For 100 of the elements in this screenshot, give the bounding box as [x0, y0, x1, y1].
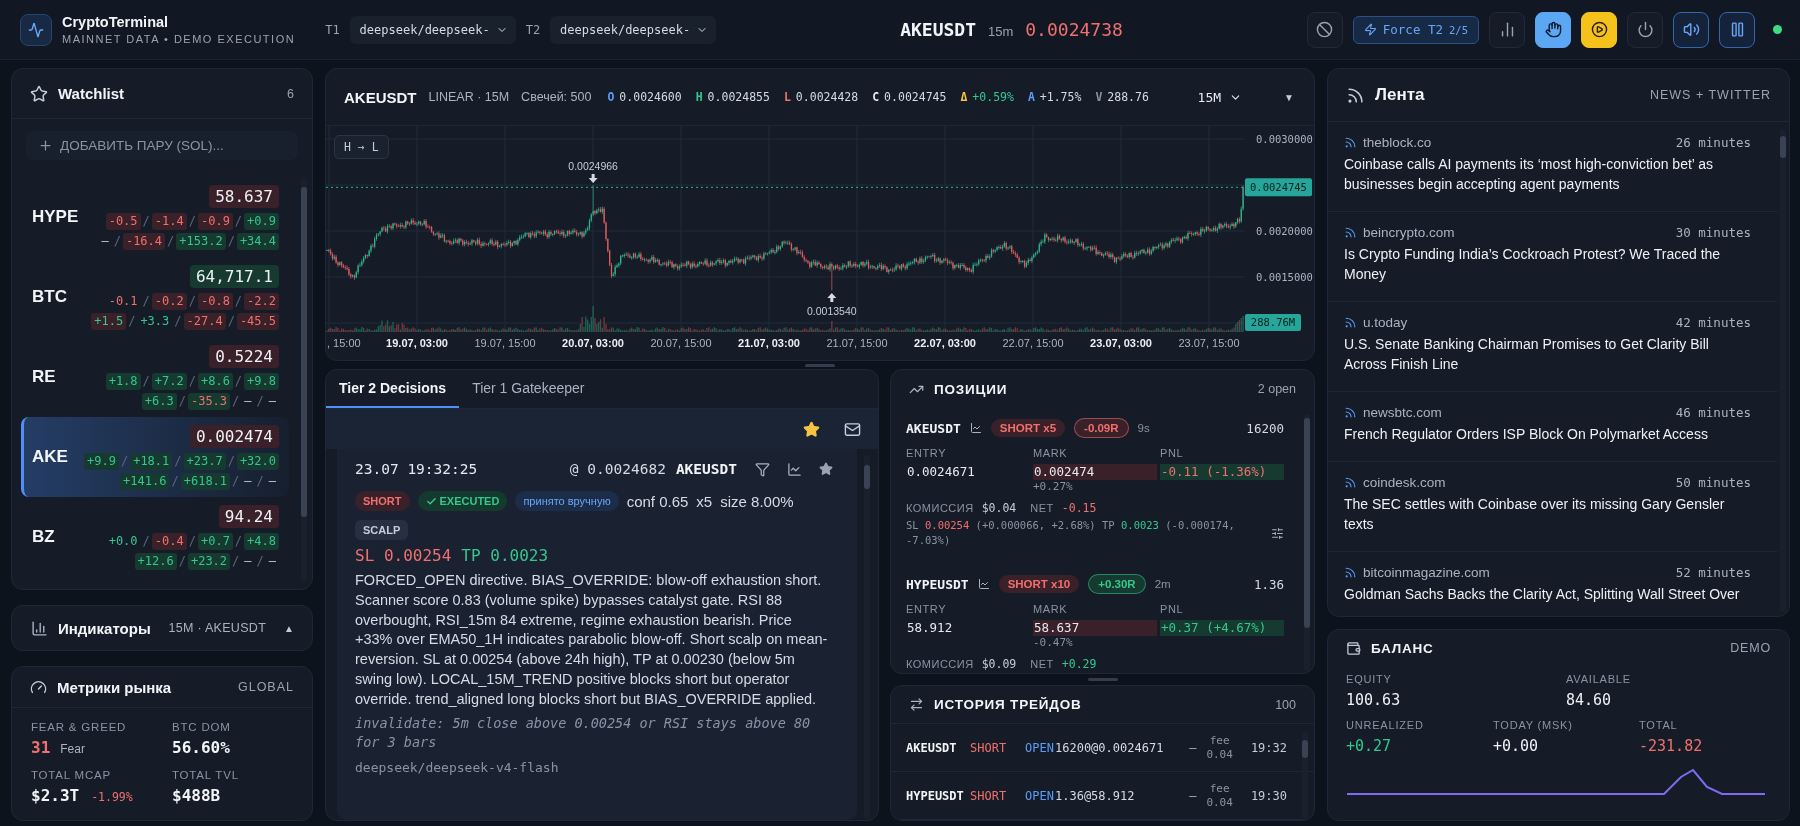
time-axis-label: 23.07, 15:00 [1178, 337, 1240, 349]
watchlist-item[interactable]: BTC 64,717.1 -0.1 / -0.2 / -0.8 / -2.2 +1.5 / +3.3 / -27.4 / -45.5 [21, 257, 289, 337]
tab[interactable]: Tier 1 Gatekeeper [459, 370, 598, 408]
power-icon [1636, 21, 1654, 38]
fee-label: fee [1209, 733, 1230, 748]
news-source: bitcoinmagazine.com [1363, 564, 1490, 580]
news-source: beincrypto.com [1363, 224, 1455, 240]
scrollbar[interactable] [1304, 414, 1310, 671]
chart-icon[interactable] [969, 422, 982, 434]
value-separator: / [234, 294, 243, 308]
play-icon [1590, 21, 1608, 38]
scrollbar-thumb[interactable] [1780, 136, 1786, 158]
change-value: +153.2 [176, 232, 226, 250]
model-select[interactable]: deepseek/deepseek- [550, 15, 717, 44]
chart-menu-toggle[interactable]: ▼ [1278, 87, 1300, 107]
sound-button[interactable] [1673, 11, 1709, 48]
metric-label: FEAR & GREED [31, 720, 128, 734]
trade-pnl: — [1189, 788, 1197, 803]
metric-label: TOTAL TVL [172, 768, 240, 782]
position-age: 2m [1154, 578, 1171, 590]
price-axis-label: 0.0020000 [1256, 224, 1313, 237]
watchlist-item[interactable]: BZ 94.24 +0.0 / -0.4 / +0.7 / +4.8 +12.6 / +23.2 / — / — [21, 497, 289, 577]
block-button[interactable] [1306, 11, 1343, 48]
star-icon[interactable] [803, 420, 820, 438]
collapse-toggle[interactable]: ▲ [284, 622, 294, 634]
time-axis-label: 20.07, 15:00 [650, 337, 712, 349]
r-multiple-badge: -0.09R [1074, 418, 1129, 438]
scrollbar-thumb[interactable] [1302, 740, 1308, 758]
change-value: +34.4 [236, 232, 279, 250]
range-button[interactable]: H → L [334, 135, 389, 159]
price-badge: 0.5224 [209, 344, 279, 368]
force-button[interactable]: Force T2 2/5 [1352, 15, 1479, 44]
stat-value: 0.0024600 [619, 90, 682, 104]
value-separator: / [174, 454, 182, 468]
stats-button[interactable] [1489, 11, 1525, 48]
source-badge: принято вручную [515, 491, 619, 511]
news-headline[interactable]: Coinbase calls AI payments its ‘most high-conviction bet’ as businesses begin accepting agent payments [1344, 154, 1751, 194]
manual-mode-button[interactable] [1535, 11, 1571, 48]
watchlist-item[interactable]: AKE 0.002474 +9.9 / +18.1 / +23.7 / +32.0 +141.6 / +618.1 / — / — [21, 417, 289, 497]
change-value: +23.7 [183, 452, 226, 470]
news-headline[interactable]: Is Crypto Funding India’s Cockroach Protest? We Traced the Money [1344, 244, 1751, 284]
trade-side: SHORT [970, 788, 1008, 803]
scrollbar-thumb[interactable] [301, 187, 307, 517]
mark-change: +0.27% [1033, 480, 1074, 494]
resize-handle[interactable] [805, 363, 835, 367]
model-select[interactable]: deepseek/deepseek- [349, 15, 516, 44]
news-headline[interactable]: Goldman Sachs Backs the Clarity Act, Splitting Wall Street Over [1344, 584, 1751, 604]
scrollbar[interactable] [864, 455, 870, 818]
pair-symbol: BZ [32, 527, 55, 547]
news-headline[interactable]: The SEC settles with Coinbase over its missing Gary Gensler texts [1344, 494, 1751, 534]
news-time: 50 minutes [1675, 474, 1751, 490]
hand-icon [1544, 21, 1562, 38]
value-separator: / [142, 294, 150, 308]
value-separator: / [256, 474, 264, 488]
trade-fill: 16200@0.0024671 [1055, 740, 1165, 755]
panel-title: Watchlist [58, 85, 125, 102]
news-source: u.today [1363, 314, 1408, 330]
pnl-value: -0.11 (-1.36%) [1160, 464, 1284, 480]
power-button[interactable] [1627, 11, 1663, 48]
news-source: coindesk.com [1363, 474, 1446, 490]
filter-icon[interactable] [755, 461, 770, 477]
scrollbar-thumb[interactable] [864, 465, 870, 489]
scrollbar[interactable] [1780, 130, 1786, 612]
mail-icon[interactable] [844, 420, 861, 438]
news-headline[interactable]: U.S. Senate Banking Chairman Promises to Get Clarity Bill Across Finish Line [1344, 334, 1751, 374]
pause-button[interactable] [1719, 11, 1755, 48]
watchlist-item[interactable]: HYPE 58.637 -0.5 / -1.4 / -0.9 / +0.9 — / -16.4 / +153.2 / +34.4 [21, 177, 289, 257]
position-age: 9s [1137, 422, 1150, 434]
scrollbar[interactable] [1302, 732, 1308, 818]
resize-handle[interactable] [1087, 678, 1118, 681]
watchlist-item[interactable]: RE 0.5224 +1.8 / +7.2 / +8.6 / +9.8 +6.3 / -35.3 / — / — [21, 337, 289, 417]
fee-value: 0.04 [1206, 747, 1233, 762]
change-value: +0.9 [244, 212, 279, 230]
interval-select[interactable]: 15M [1191, 85, 1249, 109]
chart-icon[interactable] [787, 461, 802, 477]
metric-value: $488B [172, 786, 221, 805]
play-button[interactable] [1581, 11, 1617, 48]
news-headline[interactable]: French Regulator Orders ISP Block On Polymarket Access [1344, 424, 1751, 444]
metric-label: BTC DOM [172, 720, 232, 734]
star-icon[interactable] [819, 462, 833, 476]
scrollbar-thumb[interactable] [1304, 418, 1310, 628]
value-separator: / [188, 294, 196, 308]
column-label: ENTRY [906, 446, 948, 460]
up-arrow-icon [827, 293, 837, 302]
add-pair-field[interactable]: ДОБАВИТЬ ПАРУ (SOL)... [26, 131, 298, 160]
change-value: -0.4 [151, 532, 187, 550]
panel-title: Метрики рынка [57, 678, 172, 696]
r-multiple-badge: +0.30R [1088, 574, 1146, 594]
trade-fill: 1.36@58.912 [1055, 788, 1136, 803]
price-badge: 0.002474 [189, 424, 279, 448]
high-price-label: 0.0024966 [568, 160, 618, 172]
stat-key: V [1095, 90, 1103, 104]
scrollbar[interactable] [301, 179, 307, 581]
strategy-tag: SCALP [355, 520, 409, 540]
pair-symbol: HYPE [32, 207, 79, 227]
change-value: +32.0 [236, 452, 279, 470]
chart-icon[interactable] [977, 578, 990, 590]
sliders-icon[interactable] [1271, 526, 1284, 540]
rss-icon [1344, 225, 1357, 239]
tier-label: T1 [325, 22, 340, 37]
